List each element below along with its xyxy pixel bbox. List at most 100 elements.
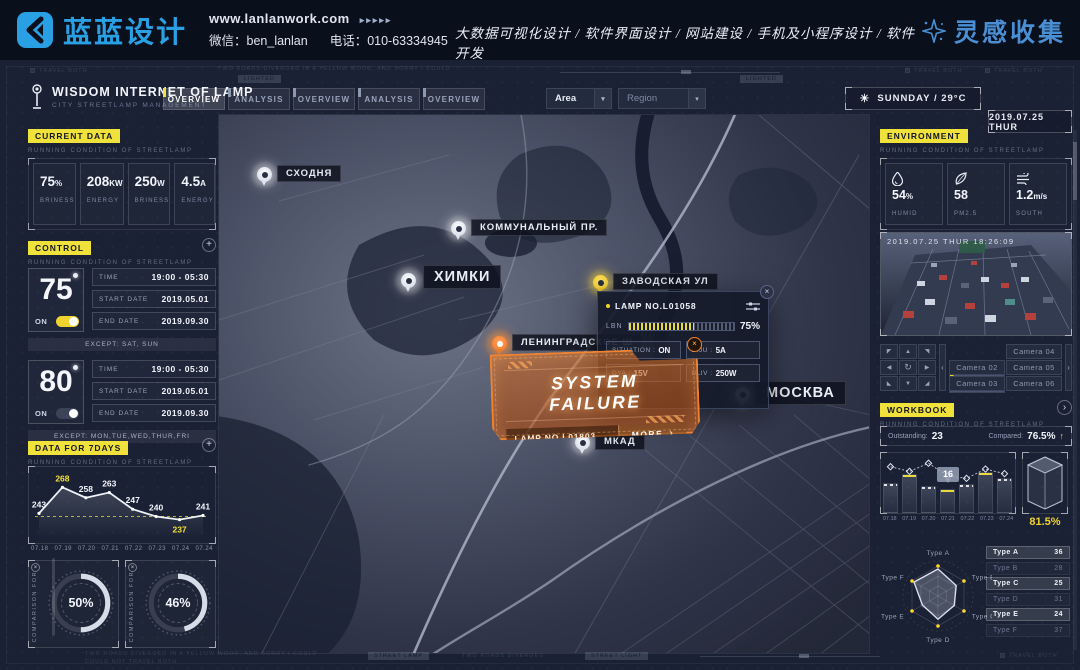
- map-label-zavodskaya[interactable]: ЗАВОДСКАЯ УЛ: [613, 273, 718, 290]
- map-label-khimki[interactable]: ХИМКИ: [423, 265, 501, 289]
- streetlamp-icon: [30, 84, 44, 110]
- x-tick: 07.18: [28, 546, 52, 552]
- map-label-skhodnya[interactable]: СХОДНЯ: [277, 165, 341, 182]
- x-tick: 07.20: [919, 516, 938, 522]
- stat-pm25: 58 PM2.5: [947, 163, 1005, 225]
- camera-04-button[interactable]: Camera 04: [1006, 344, 1062, 359]
- area-select[interactable]: Area: [546, 88, 612, 109]
- panel-environment: ENVIRONMENT RUNNING CONDITION OF STREETL…: [880, 126, 1072, 230]
- compared-label: Compared:: [989, 433, 1024, 440]
- add-schedule-button[interactable]: [202, 238, 216, 252]
- decor-badge-streetlight: STREET LIGHT: [585, 652, 648, 660]
- location-pin-zavodskaya[interactable]: [593, 275, 608, 290]
- brand-name: 蓝蓝设计: [63, 9, 187, 51]
- panel-radar: Type AType BType CType DType EType F Typ…: [880, 544, 1072, 648]
- comparison-gauge-2: COMPARISON FOR 46%: [125, 560, 216, 648]
- pan-left-button[interactable]: ◀: [880, 360, 898, 375]
- city-map[interactable]: СХОДНЯ КОММУНАЛЬНЫЙ ПР. ХИМКИ ЗАВОДСКАЯ …: [218, 114, 870, 654]
- website-link[interactable]: www.lanlanwork.com: [209, 11, 350, 26]
- svg-text:243: 243: [32, 499, 46, 509]
- expand-chart-button[interactable]: [202, 438, 216, 452]
- type-b-row[interactable]: Type B28: [986, 562, 1070, 575]
- camera-06-button[interactable]: Camera 06: [1006, 376, 1062, 391]
- type-f-row[interactable]: Type F37: [986, 624, 1070, 637]
- schedule-end-row[interactable]: END DATE2019.09.30: [92, 312, 216, 330]
- chevron-down-icon[interactable]: [594, 89, 611, 108]
- brightness-setter-80[interactable]: 80 ON: [28, 360, 84, 424]
- schedule-end-row[interactable]: END DATE2019.09.30: [92, 404, 216, 422]
- chevron-down-icon[interactable]: [688, 89, 705, 108]
- x-tick: 07.24: [997, 516, 1016, 522]
- weather-text: SUNNDAY / 29°C: [877, 93, 966, 104]
- pan-down-left-button[interactable]: ◣: [880, 376, 898, 391]
- left-mini-slider[interactable]: [52, 558, 55, 636]
- vertical-scrollbar[interactable]: [1073, 130, 1077, 650]
- type-a-row[interactable]: Type A36: [986, 546, 1070, 559]
- outstanding-label: Outstanding:: [888, 433, 928, 440]
- svg-text:247: 247: [126, 495, 140, 505]
- decor-poem-bottom-2: COULD NOT TRAVEL BOTH: [85, 659, 177, 665]
- cube-percentage: 81.5%: [1022, 516, 1068, 528]
- workbook-bar: [997, 478, 1012, 513]
- workbook-more-button[interactable]: [1057, 400, 1072, 415]
- camera-02-button[interactable]: Camera 02: [949, 360, 1005, 375]
- brightness-setter-75[interactable]: 75 ON: [28, 268, 84, 332]
- wechat-id: 微信：ben_lanlan: [209, 34, 308, 48]
- location-pin-kommunalny[interactable]: [451, 221, 466, 236]
- settings-sliders-icon[interactable]: [746, 302, 760, 311]
- toggle-off[interactable]: [56, 408, 79, 419]
- tab-overview-1[interactable]: OVERVIEW: [163, 88, 225, 110]
- brightness-bar[interactable]: [628, 322, 735, 331]
- gauge-value: 50%: [45, 567, 117, 639]
- panel-workbook: WORKBOOK RUNNING CONDITION OF STREETLAMP…: [880, 400, 1072, 538]
- pan-up-right-button[interactable]: ◥: [918, 344, 936, 359]
- x-tick: 07.19: [899, 516, 918, 522]
- tab-overview-3[interactable]: OVERVIEW: [423, 88, 485, 110]
- location-pin-khimki[interactable]: [401, 273, 416, 288]
- type-d-row[interactable]: Type D31: [986, 593, 1070, 606]
- camera-03-button[interactable]: Camera 03: [949, 376, 1005, 391]
- type-e-row[interactable]: Type E24: [986, 608, 1070, 621]
- decor-checkbox-text: TRAVEL BOTH: [30, 68, 88, 74]
- pan-down-button[interactable]: ▼: [899, 376, 917, 391]
- location-pin-leningradskoe[interactable]: [492, 336, 507, 351]
- schedule-time-row[interactable]: TIME19:00 - 05:30: [92, 268, 216, 286]
- schedule-start-row[interactable]: START DATE2019.05.01: [92, 382, 216, 400]
- pan-down-right-button[interactable]: ◢: [918, 376, 936, 391]
- pan-up-left-button[interactable]: ◤: [880, 344, 898, 359]
- tab-overview-2[interactable]: OVERVIEW: [293, 88, 355, 110]
- panel-week-chart: DATA FOR 7DAYS RUNNING CONDITION OF STRE…: [28, 438, 216, 556]
- x-tick: 07.20: [75, 546, 99, 552]
- hazard-stripes: [646, 415, 684, 423]
- x-tick: 07.18: [880, 516, 899, 522]
- x-tick: 07.22: [958, 516, 977, 522]
- decor-badge-lighted: LIGHTED: [238, 75, 281, 83]
- tab-analysis-1[interactable]: ANALYSIS: [228, 88, 290, 110]
- location-pin-skhodnya[interactable]: [257, 167, 272, 182]
- toggle-on[interactable]: [56, 316, 79, 327]
- schedule-start-row[interactable]: START DATE2019.05.01: [92, 290, 216, 308]
- pan-up-button[interactable]: ▲: [899, 344, 917, 359]
- svg-text:258: 258: [79, 484, 93, 494]
- camera-prev-button[interactable]: ‹: [939, 344, 946, 391]
- pan-right-button[interactable]: ▶: [918, 360, 936, 375]
- inspiration-logo-text: 灵感收集: [954, 13, 1066, 49]
- camera-next-button[interactable]: ›: [1065, 344, 1072, 391]
- camera-feed[interactable]: 2019.07.25 THUR 18:26:09: [880, 232, 1072, 336]
- svg-text:268: 268: [55, 473, 69, 483]
- stat-briness-w: 250WBRINESS: [128, 163, 171, 225]
- schedule-time-row[interactable]: TIME19:00 - 05:30: [92, 360, 216, 378]
- map-label-kommunalny[interactable]: КОММУНАЛЬНЫЙ ПР.: [471, 219, 607, 236]
- workbook-bar: [959, 484, 974, 513]
- tab-analysis-2[interactable]: ANALYSIS: [358, 88, 420, 110]
- workbook-stats: Outstanding: 23 Compared: 76.5%: [880, 426, 1072, 446]
- alert-title: SYSTEM FAILURE: [504, 364, 686, 422]
- reset-rotate-button[interactable]: ↻: [899, 360, 917, 375]
- stat-energy-a: 4.5AENERGY: [174, 163, 215, 225]
- camera-05-button[interactable]: Camera 05: [1006, 360, 1062, 375]
- panel-subtitle: RUNNING CONDITION OF STREETLAMP: [28, 260, 216, 266]
- close-icon[interactable]: [760, 285, 774, 299]
- region-select[interactable]: Region: [618, 88, 706, 109]
- alert-close-icon[interactable]: [687, 337, 702, 352]
- type-c-row[interactable]: Type C25: [986, 577, 1070, 590]
